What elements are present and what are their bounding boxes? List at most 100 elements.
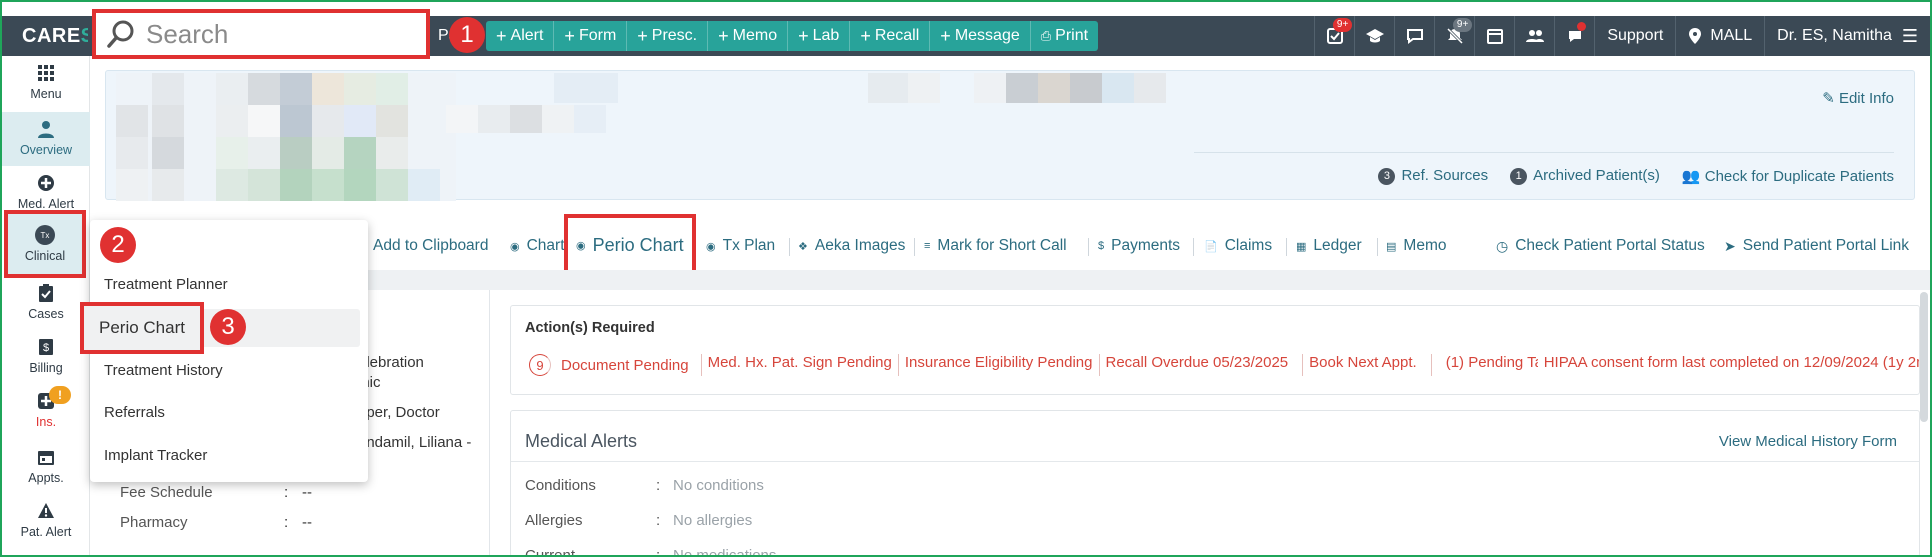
- tab-perio-chart[interactable]: ◉ Perio Chart: [564, 214, 696, 276]
- add-message-button[interactable]: + Message: [930, 21, 1031, 51]
- menu-item-referrals[interactable]: Referrals: [104, 404, 165, 421]
- divider: [1286, 238, 1287, 256]
- send-portal-link-button[interactable]: ➤ Send Patient Portal Link: [1724, 222, 1909, 270]
- tx-icon: ◉: [576, 239, 586, 252]
- tasks-badge: 9+: [1332, 18, 1353, 32]
- support-button[interactable]: Support: [1594, 16, 1675, 56]
- redacted-patient-info: [116, 73, 456, 201]
- mark-short-call-button[interactable]: ≡ Mark for Short Call: [924, 222, 1067, 270]
- pending-tasks-link[interactable]: (1) Pending Tasks: [1432, 354, 1538, 376]
- recall-overdue-link[interactable]: Recall Overdue 05/23/2025: [1100, 354, 1304, 376]
- add-recall-button[interactable]: + Recall: [850, 21, 931, 51]
- plus-icon: +: [496, 25, 507, 46]
- users-button[interactable]: [1514, 16, 1554, 56]
- sidebar-item-billing[interactable]: $ Billing: [2, 336, 90, 384]
- table-icon: ▦: [1296, 240, 1307, 253]
- education-button[interactable]: [1354, 16, 1394, 56]
- divider: [1377, 238, 1378, 256]
- search-input[interactable]: Search: [92, 9, 430, 59]
- actions-required-card: Action(s) Required 9 Document Pending Med…: [510, 305, 1920, 395]
- hipaa-consent-link[interactable]: HIPAA consent form last completed on 12/…: [1538, 354, 1919, 376]
- notifications-button[interactable]: 9+: [1434, 16, 1474, 56]
- med-hx-sign-link[interactable]: Med. Hx. Pat. Sign Pending: [702, 354, 899, 376]
- colon: :: [656, 547, 661, 557]
- page-scrollbar[interactable]: [1920, 292, 1928, 422]
- app-logo[interactable]: CARES: [2, 25, 88, 48]
- view-medical-history-link[interactable]: View Medical History Form: [1719, 433, 1897, 450]
- sidebar-item-pat-alert[interactable]: Pat. Alert: [2, 500, 90, 548]
- calendar-icon: [1486, 29, 1503, 44]
- print-button[interactable]: ⎙ Print: [1031, 21, 1098, 51]
- archived-patients-link[interactable]: 1 Archived Patient(s): [1510, 167, 1660, 185]
- info-value: oper, Doctor: [358, 404, 440, 421]
- add-to-clipboard-button[interactable]: Add to Clipboard: [373, 222, 488, 270]
- add-prescription-button[interactable]: + Presc.: [627, 21, 709, 51]
- users-icon: [1525, 30, 1544, 42]
- unread-dot: [1577, 22, 1587, 31]
- plus-icon: +: [940, 25, 951, 46]
- add-alert-button[interactable]: + Alert: [486, 21, 555, 51]
- sidebar-item-insurance[interactable]: ! Ins.: [2, 386, 90, 440]
- menu-item-implant-tracker[interactable]: Implant Tracker: [104, 447, 207, 464]
- list-icon: ≡: [924, 240, 931, 252]
- tab-tx-plan[interactable]: ◉ Tx Plan: [706, 222, 775, 270]
- person-icon: [35, 118, 57, 140]
- users-check-icon: 👥: [1681, 168, 1705, 185]
- tab-memo[interactable]: ▤ Memo: [1386, 222, 1446, 270]
- menu-item-treatment-history[interactable]: Treatment History: [104, 362, 223, 379]
- right-toolbar: 9+ 9+ Support MALL Dr. ES, Namitha ☰: [1314, 16, 1930, 56]
- dollar-doc-icon: $: [35, 336, 57, 358]
- user-menu[interactable]: Dr. ES, Namitha ☰: [1764, 16, 1930, 56]
- menu-item-perio-chart[interactable]: Perio Chart: [80, 302, 204, 354]
- medical-alerts-card: Medical Alerts View Medical History Form…: [510, 410, 1920, 557]
- search-icon: [107, 20, 134, 48]
- ref-sources-link[interactable]: 3 Ref. Sources: [1378, 167, 1488, 185]
- dollar-icon: $: [1098, 240, 1105, 252]
- clipboard-icon: [35, 282, 57, 304]
- sidebar-item-clinical[interactable]: Tx Clinical: [4, 210, 86, 278]
- plus-icon: +: [564, 25, 575, 46]
- tooth-icon: ❖: [798, 240, 808, 253]
- tab-chart[interactable]: ◉ Chart: [510, 222, 565, 270]
- chat-bubble-icon: [1406, 29, 1423, 44]
- insurance-warning-badge: !: [49, 386, 71, 404]
- divider: [789, 238, 790, 256]
- fee-schedule-value: --: [302, 484, 312, 501]
- tx-icon: Tx: [34, 224, 56, 246]
- calendar-button[interactable]: [1474, 16, 1514, 56]
- sidebar-item-appts[interactable]: Appts.: [2, 446, 90, 494]
- divider: [1088, 238, 1089, 256]
- callout-3: 3: [210, 309, 246, 345]
- sidebar-item-overview[interactable]: Overview: [2, 112, 90, 166]
- messages-button[interactable]: [1554, 16, 1594, 56]
- book-next-appt-link[interactable]: Book Next Appt.: [1303, 354, 1432, 376]
- notifications-badge: 9+: [1452, 18, 1473, 32]
- edit-info-button[interactable]: ✎ Edit Info: [1822, 89, 1894, 107]
- colon: :: [656, 512, 661, 529]
- insurance-eligibility-link[interactable]: Insurance Eligibility Pending: [899, 354, 1100, 376]
- document-pending-link[interactable]: 9 Document Pending: [523, 354, 702, 376]
- check-portal-status-button[interactable]: ◷ Check Patient Portal Status: [1496, 222, 1705, 270]
- tab-claims[interactable]: 📄 Claims: [1204, 222, 1272, 270]
- add-form-button[interactable]: + Form: [554, 21, 628, 51]
- memo-icon: ▤: [1386, 240, 1397, 253]
- add-memo-button[interactable]: + Memo: [708, 21, 789, 51]
- menu-item-treatment-planner[interactable]: Treatment Planner: [104, 276, 228, 293]
- check-duplicates-link[interactable]: 👥 Check for Duplicate Patients: [1682, 167, 1894, 185]
- medical-alerts-title: Medical Alerts: [525, 431, 638, 451]
- colon: :: [284, 514, 289, 531]
- sidebar-item-med-alert[interactable]: Med. Alert: [2, 172, 90, 212]
- patient-header: ✎ Edit Info 3 Ref. Sources 1 Archived Pati…: [105, 70, 1915, 201]
- insurance-icon: !: [35, 386, 71, 412]
- tab-aeka-images[interactable]: ❖ Aeka Images: [798, 222, 905, 270]
- tab-payments[interactable]: $ Payments: [1098, 222, 1180, 270]
- pencil-icon: ✎: [1822, 90, 1839, 107]
- location-selector[interactable]: MALL: [1675, 16, 1764, 56]
- chat-button[interactable]: [1394, 16, 1434, 56]
- tab-ledger[interactable]: ▦ Ledger: [1296, 222, 1362, 270]
- add-lab-button[interactable]: + Lab: [788, 21, 851, 51]
- tasks-button[interactable]: 9+: [1314, 16, 1354, 56]
- sidebar-item-menu[interactable]: Menu: [2, 62, 90, 112]
- redacted-patient-details: [446, 73, 1246, 133]
- sidebar-item-cases[interactable]: Cases: [2, 282, 90, 330]
